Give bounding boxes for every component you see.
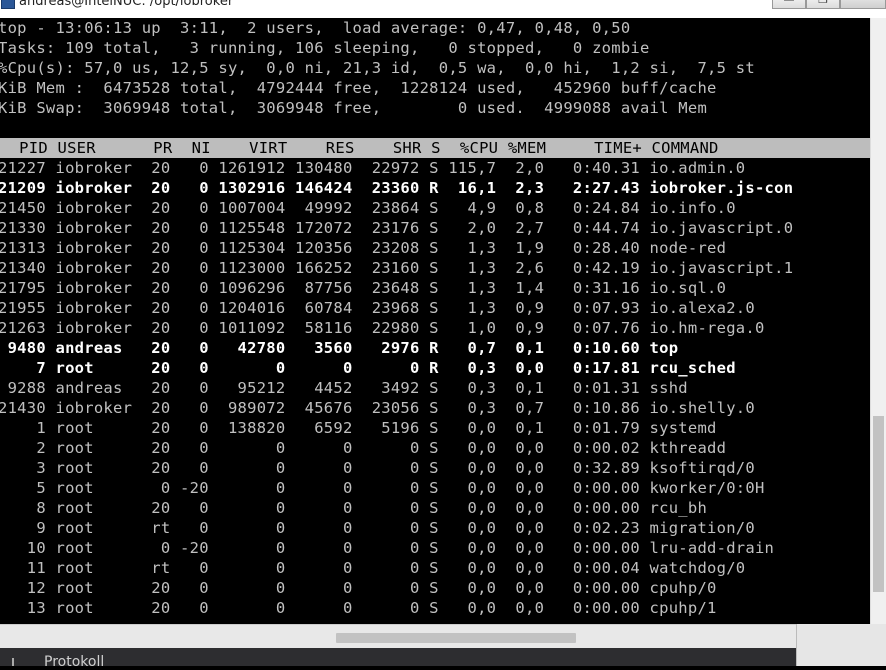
process-row: 5 root 0 -20 0 0 0 S 0,0 0,0 0:00.00 kwo… <box>0 479 765 497</box>
process-row: 21313 iobroker 20 0 1125304 120356 23208… <box>0 239 727 257</box>
process-row: 21795 iobroker 20 0 1096296 87756 23648 … <box>0 279 727 297</box>
maximize-icon: ❐ <box>807 0 839 6</box>
process-row: 21263 iobroker 20 0 1011092 58116 22980 … <box>0 319 765 337</box>
terminal-app-icon <box>1 0 15 9</box>
process-table-header: PID USER PR NI VIRT RES SHR S %CPU %MEM … <box>0 138 870 158</box>
minimize-icon: — <box>773 0 805 6</box>
process-row: 13 root 20 0 0 0 0 S 0,0 0,0 0:00.00 cpu… <box>0 599 717 617</box>
horizontal-scrollbar[interactable] <box>0 624 870 649</box>
process-row: 21227 iobroker 20 0 1261912 130480 22972… <box>0 159 746 177</box>
window-title: andreas@IntelNUC: /opt/iobroker <box>19 0 234 9</box>
panel-marker <box>12 658 14 666</box>
minimize-button[interactable]: — <box>772 0 806 9</box>
top-uptime-line: top - 13:06:13 up 3:11, 2 users, load av… <box>0 19 631 37</box>
tab-protokoll[interactable]: Protokoll <box>44 654 104 670</box>
bottom-panel: Protokoll <box>0 648 796 670</box>
process-row: 3 root 20 0 0 0 0 S 0,0 0,0 0:32.89 ksof… <box>0 459 755 477</box>
process-row: 21330 iobroker 20 0 1125548 172072 23176… <box>0 219 794 237</box>
process-row: 9288 andreas 20 0 95212 4452 3492 S 0,3 … <box>0 379 688 397</box>
process-row: 21340 iobroker 20 0 1123000 166252 23160… <box>0 259 794 277</box>
process-row: 10 root 0 -20 0 0 0 S 0,0 0,0 0:00.00 lr… <box>0 539 775 557</box>
swap-line: KiB Swap: 3069948 total, 3069948 free, 0… <box>0 99 708 117</box>
process-row: 2 root 20 0 0 0 0 S 0,0 0,0 0:00.02 kthr… <box>0 439 727 457</box>
scrollbar-corner <box>796 624 886 666</box>
process-row: 12 root 20 0 0 0 0 S 0,0 0,0 0:00.00 cpu… <box>0 579 717 597</box>
process-row: 21209 iobroker 20 0 1302916 146424 23360… <box>0 179 794 197</box>
vertical-scrollbar[interactable] <box>870 18 886 624</box>
cpu-line: %Cpu(s): 57,0 us, 12,5 sy, 0,0 ni, 21,3 … <box>0 59 755 77</box>
process-row: 7 root 20 0 0 0 0 R 0,3 0,0 0:17.81 rcu_… <box>0 359 736 377</box>
process-row: 11 root rt 0 0 0 0 S 0,0 0,0 0:00.04 wat… <box>0 559 746 577</box>
terminal-output[interactable]: top - 13:06:13 up 3:11, 2 users, load av… <box>0 18 870 624</box>
process-row: 21955 iobroker 20 0 1204016 60784 23968 … <box>0 299 755 317</box>
mem-line: KiB Mem : 6473528 total, 4792444 free, 1… <box>0 79 717 97</box>
process-row: 21430 iobroker 20 0 989072 45676 23056 S… <box>0 399 755 417</box>
process-row: 21450 iobroker 20 0 1007004 49992 23864 … <box>0 199 736 217</box>
process-row: 1 root 20 0 138820 6592 5196 S 0,0 0,1 0… <box>0 419 717 437</box>
tasks-line: Tasks: 109 total, 3 running, 106 sleepin… <box>0 39 650 57</box>
horizontal-scrollbar-thumb[interactable] <box>336 633 576 643</box>
process-row: 9 root rt 0 0 0 0 S 0,0 0,0 0:02.23 migr… <box>0 519 755 537</box>
vertical-scrollbar-thumb[interactable] <box>873 416 884 592</box>
process-row: 9480 andreas 20 0 42780 3560 2976 R 0,7 … <box>0 339 679 357</box>
process-row: 8 root 20 0 0 0 0 S 0,0 0,0 0:00.00 rcu_… <box>0 499 708 517</box>
close-button[interactable] <box>840 0 886 9</box>
maximize-button[interactable]: ❐ <box>806 0 840 9</box>
window-titlebar[interactable]: andreas@IntelNUC: /opt/iobroker — ❐ <box>0 0 886 18</box>
